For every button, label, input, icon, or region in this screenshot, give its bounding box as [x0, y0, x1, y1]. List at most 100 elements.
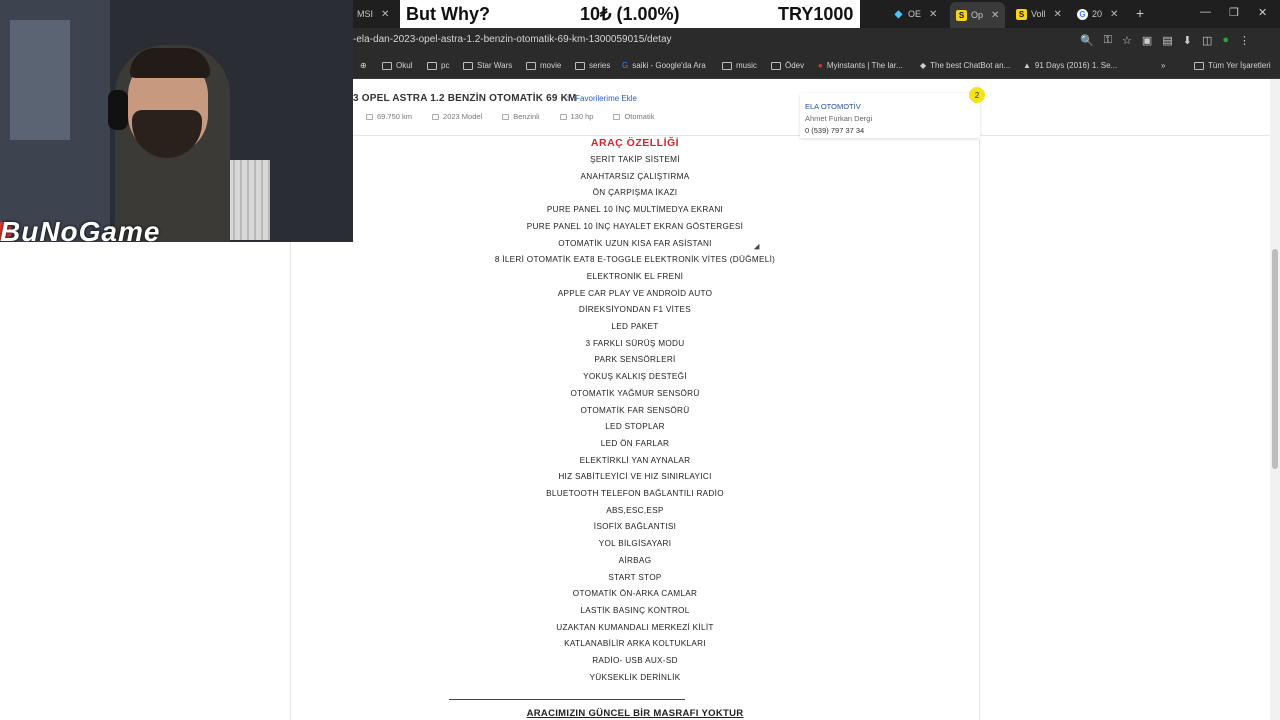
feature-item: DİREKSİYONDAN F1 VİTES	[578, 305, 692, 315]
bookmarks-overflow-button[interactable]: »	[1161, 61, 1165, 70]
folder-icon	[575, 61, 585, 70]
feature-item: YÜKSEKLİK DERİNLİK	[589, 672, 681, 682]
feature-item: İSOFİX BAĞLANTISI	[593, 522, 677, 532]
feature-item: HIZ SABİTLEYİCİ VE HIZ SINIRLAYICI	[558, 472, 712, 482]
close-icon[interactable]: ✕	[1054, 9, 1062, 20]
bookmark-pc[interactable]: pc	[427, 61, 449, 70]
fuel-icon	[502, 113, 510, 120]
listing-specs: 69.750 km 2023 Model Benzinli 130 hp Oto…	[366, 112, 654, 121]
sahibinden-icon: S	[956, 9, 967, 21]
bookmark-okul[interactable]: Okul	[382, 61, 412, 70]
tab-label: 20	[1092, 9, 1103, 19]
translate-icon[interactable]: ▣	[1142, 34, 1152, 47]
spec-gear: Otomatik	[613, 112, 654, 121]
spec-hp: 130 hp	[559, 112, 593, 121]
feature-item: 3 FARKLI SÜRÜŞ MODU	[585, 338, 685, 348]
feature-item: 8 İLERİ OTOMATİK EAT8 E-TOGGLE ELEKTRONİ…	[494, 255, 776, 265]
expense-note: ARACIMIZIN GÜNCEL BİR MASRAFI YOKTUR	[526, 708, 744, 719]
section-divider	[449, 699, 685, 700]
mountain-icon: ▲	[1023, 61, 1031, 70]
bookmark-movie[interactable]: movie	[526, 61, 561, 70]
folder-icon	[722, 61, 732, 70]
bookmark-music[interactable]: music	[722, 61, 757, 70]
engine-icon	[559, 113, 567, 120]
feature-item: RADİO- USB AUX-SD	[592, 656, 678, 665]
folder-icon	[526, 61, 536, 70]
tab-label: Op	[971, 10, 984, 20]
bookmark-star-icon[interactable]: ☆	[1122, 34, 1132, 47]
bookmark-odev[interactable]: Ödev	[771, 61, 804, 70]
url-field[interactable]: -ela-dan-2023-opel-astra-1.2-benzin-otom…	[353, 34, 672, 45]
close-window-icon[interactable]: ✕	[1258, 6, 1267, 19]
bookmark-myinstants[interactable]: ● Myinstants | The lar...	[818, 61, 903, 70]
tab-vol[interactable]: S Voll ✕	[1016, 5, 1062, 23]
ticker-donation: 10₺ (1.00%)	[580, 3, 680, 24]
chatbot-icon: ◆	[920, 61, 927, 70]
feature-item: BLUETOOTH TELEFON BAĞLANTILI RADİO	[546, 489, 724, 498]
restore-icon[interactable]: ❐	[1229, 6, 1239, 19]
bookmark-all[interactable]: Tüm Yer İşaretleri	[1194, 61, 1271, 70]
scrollbar-thumb[interactable]	[1272, 249, 1278, 469]
zoom-icon[interactable]: 🔍	[1080, 34, 1094, 47]
folder-icon	[427, 61, 437, 70]
listing-title: 3 OPEL ASTRA 1.2 BENZİN OTOMATİK 69 KM	[353, 93, 577, 104]
feature-item: YOL BİLGİSAYARI	[598, 539, 672, 549]
password-key-icon[interactable]: ⚿	[1104, 34, 1112, 47]
tab-label: MSI	[357, 9, 374, 19]
chevron-double-right-icon: »	[1161, 61, 1166, 70]
bookmark-icon-only[interactable]: ⊕	[360, 61, 367, 70]
feature-item: AİRBAG	[618, 555, 652, 565]
google-icon: G	[622, 61, 629, 70]
close-icon[interactable]: ✕	[991, 10, 999, 21]
feature-item: YOKUŞ KALKIŞ DESTEĞİ	[583, 372, 687, 382]
folder-icon	[771, 61, 781, 70]
puzzle-icon[interactable]: ◫	[1202, 34, 1212, 47]
tab-label: OE	[908, 9, 922, 19]
tab-op-active[interactable]: S Op ✕	[950, 2, 1006, 28]
bookmark-chatbot[interactable]: ◆ The best ChatBot an...	[920, 61, 1010, 70]
minimize-icon[interactable]: —	[1200, 6, 1211, 18]
ticker-goal: TRY1000	[778, 3, 854, 24]
close-icon[interactable]: ✕	[381, 9, 389, 20]
star-icon: ☆	[564, 94, 572, 103]
streamer-hair	[130, 48, 210, 78]
dealer-phone[interactable]: 0 (539) 797 37 34	[805, 126, 864, 135]
download-icon[interactable]: ⬇	[1183, 34, 1192, 47]
close-icon[interactable]: ✕	[929, 9, 937, 20]
tab-oe[interactable]: ◆ OE ✕	[893, 5, 938, 23]
screen: MSI ✕ ◆ OE ✕ S Op ✕ S Voll ✕ G 20 ✕ + — …	[0, 0, 1280, 720]
tab-msi[interactable]: MSI ✕	[357, 5, 389, 23]
feature-item: LED ÖN FARLAR	[600, 438, 670, 448]
webcam-overlay: BuNoGame	[0, 0, 353, 242]
add-to-favorites-link[interactable]: ☆ Favorilerime Ekle	[564, 94, 637, 103]
bookmark-91-days[interactable]: ▲ 91 Days (2016) 1. Se...	[1023, 61, 1117, 70]
channel-brand: BuNoGame	[0, 216, 161, 242]
bookmark-star-wars[interactable]: Star Wars	[463, 61, 512, 70]
extension-icon[interactable]: ▤	[1162, 34, 1172, 47]
google-icon: G	[1077, 8, 1088, 20]
odometer-icon	[366, 113, 373, 120]
sahibinden-icon: S	[1016, 8, 1027, 20]
address-bar-icons: 🔍 ⚿ ☆ ▣ ▤ ⬇ ◫ ● ⋮	[1080, 34, 1250, 47]
tab-20[interactable]: G 20 ✕	[1077, 5, 1118, 23]
bookmark-series[interactable]: series	[575, 61, 610, 70]
dealer-card[interactable]: ELA OTOMOTİV Ahmet Furkan Dergi 0 (539) …	[800, 93, 980, 138]
profile-avatar-icon[interactable]: ●	[1222, 34, 1229, 47]
bookmark-saiki[interactable]: Gsaiki - Google'da Ara	[622, 61, 706, 70]
close-icon[interactable]: ✕	[1110, 9, 1118, 20]
feature-item: UZAKTAN KUMANDALI MERKEZİ KİLİT	[556, 622, 714, 632]
myinstants-icon: ●	[818, 61, 823, 70]
feature-item: PARK SENSÖRLERİ	[594, 355, 676, 365]
notification-badge[interactable]: 2	[969, 87, 985, 103]
folder-icon	[463, 61, 473, 70]
calendar-icon	[432, 113, 440, 120]
feature-item: ABS,ESC,ESP	[606, 505, 664, 515]
menu-kebab-icon[interactable]: ⋮	[1239, 34, 1250, 47]
tab-label: Voll	[1031, 9, 1046, 19]
new-tab-button[interactable]: +	[1136, 5, 1144, 21]
dealer-name[interactable]: ELA OTOMOTİV	[805, 102, 861, 111]
folder-icon	[382, 61, 392, 70]
feature-item: OTOMATİK FAR SENSÖRÜ	[580, 405, 690, 415]
page-scrollbar[interactable]	[1270, 79, 1280, 720]
feature-item: OTOMATİK ÖN-ARKA CAMLAR	[572, 589, 698, 599]
